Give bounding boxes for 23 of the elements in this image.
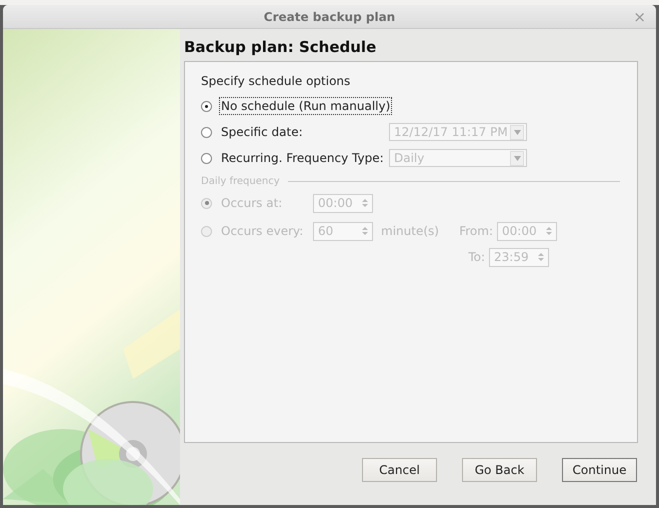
radio-button[interactable] [201, 100, 212, 112]
from-label: From: [458, 224, 493, 238]
option-label: No schedule (Run manually) [219, 97, 392, 115]
window-title: Create backup plan [264, 10, 396, 24]
option-label: Occurs at: [220, 195, 284, 212]
spin-arrows-icon [360, 197, 370, 209]
dialog-button[interactable]: Cancel [362, 458, 437, 482]
radio-button[interactable] [201, 152, 212, 164]
section-label: Specify schedule options [201, 74, 352, 88]
dialog-button[interactable]: Go Back [462, 458, 537, 482]
spin-arrows-icon [536, 251, 546, 263]
spin-arrows-icon [360, 225, 370, 237]
page-heading: Backup plan: Schedule [184, 37, 378, 58]
option-label: Recurring. Frequency Type: [220, 150, 385, 167]
option-label: Occurs every: [220, 223, 304, 240]
option-label: Specific date: [220, 124, 304, 141]
close-button[interactable]: × [633, 8, 646, 26]
group-label: Daily frequency [201, 176, 280, 186]
dialog-button[interactable]: Continue [562, 458, 637, 482]
spin-arrows-icon [544, 225, 554, 237]
unit-label: minute(s) [381, 224, 440, 238]
radio-button[interactable] [201, 126, 212, 138]
to-label: To: [467, 250, 485, 264]
